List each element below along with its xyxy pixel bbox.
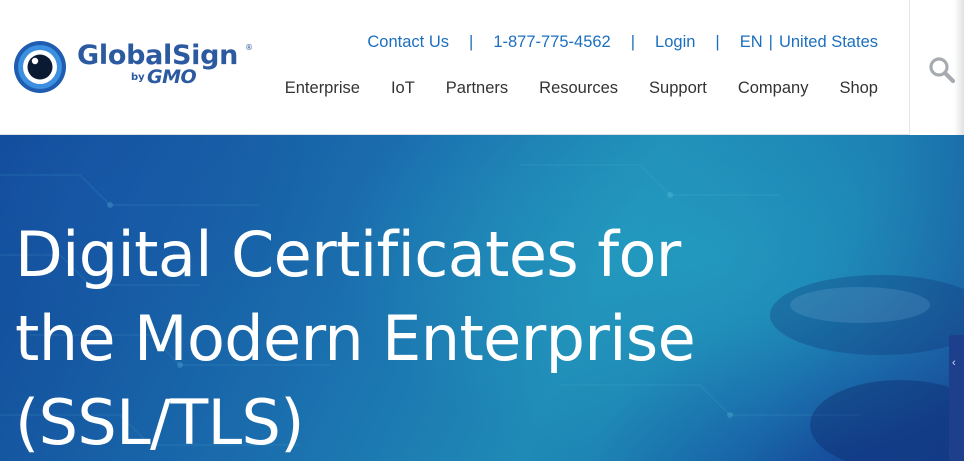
nav-item-partners[interactable]: Partners: [446, 79, 508, 98]
nav-item-support[interactable]: Support: [649, 79, 707, 98]
nav-item-enterprise[interactable]: Enterprise: [285, 79, 360, 98]
phone-link[interactable]: 1-877-775-4562: [493, 33, 610, 52]
hero-title: Digital Certificates for the Modern Ente…: [15, 218, 696, 459]
chevron-icon: ‹: [952, 357, 956, 369]
nav-item-company[interactable]: Company: [738, 79, 809, 98]
hero-banner: Digital Certificates for the Modern Ente…: [0, 135, 964, 461]
logo-by-text: by: [131, 72, 145, 83]
login-link[interactable]: Login: [655, 33, 695, 52]
utility-separator: |: [469, 32, 474, 51]
registered-mark: ®: [245, 43, 253, 52]
edge-shadow: [954, 0, 964, 135]
nav-item-resources[interactable]: Resources: [539, 79, 618, 98]
language-selector[interactable]: EN | United States: [740, 33, 878, 52]
nav-item-shop[interactable]: Shop: [839, 79, 878, 98]
search-icon: [929, 57, 956, 84]
utility-nav: Contact Us | 1-877-775-4562 | Login | EN…: [367, 30, 878, 54]
search-button[interactable]: [928, 56, 956, 84]
gmo-logo-text: GMO: [147, 66, 197, 88]
site-header: GlobalSign ® by GMO Contact Us | 1-877-7…: [0, 0, 964, 135]
globalsign-eye-icon: [14, 41, 66, 93]
main-nav: Enterprise IoT Partners Resources Suppor…: [285, 76, 878, 100]
globalsign-logo[interactable]: GlobalSign ® by GMO: [13, 38, 258, 96]
contact-us-link[interactable]: Contact Us: [367, 33, 449, 52]
nav-item-iot[interactable]: IoT: [391, 79, 415, 98]
region-name: United States: [778, 32, 878, 51]
side-feedback-tab[interactable]: ‹: [949, 335, 964, 461]
language-code: EN: [739, 32, 763, 51]
utility-separator: |: [715, 32, 720, 51]
utility-separator: |: [630, 32, 636, 51]
search-panel: [909, 0, 964, 135]
language-separator: |: [768, 32, 773, 51]
